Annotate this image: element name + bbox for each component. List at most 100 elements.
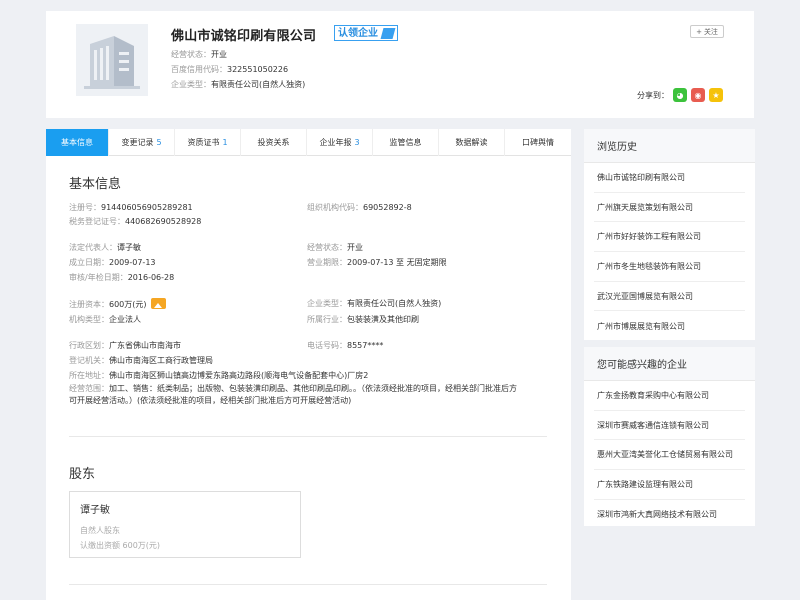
recommended-item[interactable]: 广东铁路建设监理有限公司 <box>594 470 745 500</box>
claim-badge[interactable]: 认领企业 <box>334 25 398 41</box>
field-label: 登记机关： <box>69 356 109 365</box>
credit-code: 322551050226 <box>227 65 289 74</box>
tab-reputation[interactable]: 口碑舆情 <box>505 129 571 156</box>
tab-bar: 基本信息 变更记录 5 资质证书 1 投资关系 企业年报 3 监管信息 数据解读 口碑… <box>46 129 571 156</box>
term-field: 营业期限：2009-07-13 至 无固定期限 <box>307 257 447 268</box>
field-label: 电话号码： <box>307 341 347 350</box>
claim-badge-label: 认领企业 <box>338 27 378 39</box>
wechat-icon[interactable]: ◕ <box>673 88 687 102</box>
field-value: 2016-06-28 <box>127 273 175 282</box>
tab-certificates[interactable]: 资质证书 1 <box>175 129 241 156</box>
tax-no-field: 税务登记证号：440682690528928 <box>69 216 201 227</box>
tab-label: 基本信息 <box>61 138 93 147</box>
divider <box>69 436 547 437</box>
field-label: 所在地址： <box>69 371 109 380</box>
qzone-icon[interactable]: ★ <box>709 88 723 102</box>
credit-label: 百度信用代码： <box>171 65 227 74</box>
weibo-icon[interactable]: ◉ <box>691 88 705 102</box>
field-value: 914406056905289281 <box>101 203 193 212</box>
status-value: 开业 <box>211 50 227 59</box>
region-field: 行政区划：广东省佛山市南海市 <box>69 340 181 351</box>
image-icon[interactable] <box>150 298 166 309</box>
share-bar: 分享到： ◕ ◉ ★ <box>637 88 723 102</box>
follow-button[interactable]: + 关注 <box>690 25 724 38</box>
field-value: 佛山市南海区工商行政管理局 <box>109 356 213 365</box>
recommended-item[interactable]: 深圳市鸿新大真网络技术有限公司 <box>594 500 745 530</box>
tab-change-records[interactable]: 变更记录 5 <box>109 129 175 156</box>
history-item[interactable]: 广州市冬生地毯装饰有限公司 <box>594 252 745 282</box>
field-value: 440682690528928 <box>125 217 202 226</box>
field-label: 组织机构代码： <box>307 203 363 212</box>
field-value: 有限责任公司(自然人独资) <box>347 299 442 308</box>
tab-label: 变更记录 <box>121 138 154 147</box>
capital-field: 注册资本：600万(元) <box>69 298 166 310</box>
type-label: 企业类型： <box>171 80 211 89</box>
shareholder-type: 自然人股东 <box>80 526 120 535</box>
history-item[interactable]: 武汉光亚国博展览有限公司 <box>594 282 745 312</box>
flag-icon <box>380 27 396 39</box>
established-field: 成立日期：2009-07-13 <box>69 257 156 268</box>
field-label: 税务登记证号： <box>69 217 125 226</box>
shareholders-title: 股东 <box>69 467 96 482</box>
plus-icon: + <box>696 27 702 36</box>
industry-field: 所属行业：包装装潢及其他印刷 <box>307 314 419 325</box>
field-value: 69052892-8 <box>363 203 412 212</box>
field-label: 法定代表人： <box>69 243 117 252</box>
type-value: 有限责任公司(自然人独资) <box>211 80 306 89</box>
field-label: 注册资本： <box>69 300 109 309</box>
tab-basic-info[interactable]: 基本信息 <box>46 129 109 156</box>
field-value: 佛山市南海区狮山镇高边博爱东路高边路段(顺海电气设备配套中心)厂房2 <box>109 371 369 380</box>
divider <box>69 584 547 585</box>
field-value: 包装装潢及其他印刷 <box>347 315 419 324</box>
recommended-item[interactable]: 深圳市赛威客通信连锁有限公司 <box>594 411 745 441</box>
field-label: 经营范围： <box>69 384 109 393</box>
field-label: 行政区划： <box>69 341 109 350</box>
legal-rep-field: 法定代表人：谭子敏 <box>69 242 141 253</box>
org-type-field: 机构类型：企业法人 <box>69 314 141 325</box>
recommended-item[interactable]: 广东金扬教育采购中心有限公司 <box>594 381 745 411</box>
ent-type-field: 企业类型：有限责任公司(自然人独资) <box>307 298 441 309</box>
shareholder-card[interactable]: 谭子敏 自然人股东 认缴出资额 600万(元) <box>69 491 301 558</box>
field-label: 营业期限： <box>307 258 347 267</box>
tab-annual-reports[interactable]: 企业年报 3 <box>307 129 373 156</box>
company-name: 佛山市诚铭印刷有限公司 <box>171 29 317 44</box>
recommended-title: 您可能感兴趣的企业 <box>584 347 755 381</box>
field-label: 企业类型： <box>307 299 347 308</box>
credit-row: 百度信用代码：322551050226 <box>171 64 288 75</box>
op-status-field: 经营状态：开业 <box>307 242 363 253</box>
building-logo-icon <box>76 24 148 96</box>
tab-investment[interactable]: 投资关系 <box>241 129 307 156</box>
browse-history-panel: 浏览历史 佛山市诚铭印刷有限公司 广州旗天展览策划有限公司 广州市好好装饰工程有… <box>584 129 755 340</box>
main-panel: 基本信息 变更记录 5 资质证书 1 投资关系 企业年报 3 监管信息 数据解读 口碑… <box>46 129 571 600</box>
history-item[interactable]: 广州市博展展览有限公司 <box>594 311 745 341</box>
scope-text: 可开展经营活动。）(依法须经批准的项目，经相关部门批准后方可开展经营活动) <box>69 396 352 405</box>
type-row: 企业类型：有限责任公司(自然人独资) <box>171 79 305 90</box>
recommended-item[interactable]: 惠州大亚湾美誉化工仓储贸易有限公司 <box>594 440 745 471</box>
shareholder-name[interactable]: 谭子敏 <box>80 501 110 516</box>
field-value: 广东省佛山市南海市 <box>109 341 181 350</box>
field-value: 600万(元) <box>109 300 147 309</box>
field-label: 注册号： <box>69 203 101 212</box>
tab-data-analysis[interactable]: 数据解读 <box>439 129 505 156</box>
tab-label: 数据解读 <box>455 138 488 147</box>
tab-regulatory[interactable]: 监管信息 <box>373 129 439 156</box>
history-item[interactable]: 广州旗天展览策划有限公司 <box>594 193 745 223</box>
history-title: 浏览历史 <box>584 129 755 163</box>
status-row: 经营状态：开业 <box>171 49 227 60</box>
field-value: 2009-07-13 至 无固定期限 <box>347 258 447 267</box>
scope-field: 经营范围：加工、销售：纸类制品；出版物、包装装潢印刷品、其他印刷品印刷。。（依法… <box>69 383 549 407</box>
tab-count: 5 <box>156 138 162 147</box>
field-value: 企业法人 <box>109 315 141 324</box>
basic-info-title: 基本信息 <box>69 177 122 192</box>
history-item[interactable]: 广州市好好装饰工程有限公司 <box>594 222 745 253</box>
address-field: 所在地址：佛山市南海区狮山镇高边博爱东路高边路段(顺海电气设备配套中心)厂房2 <box>69 370 368 381</box>
status-label: 经营状态： <box>171 50 211 59</box>
recommended-panel: 您可能感兴趣的企业 广东金扬教育采购中心有限公司 深圳市赛威客通信连锁有限公司 … <box>584 347 755 526</box>
shareholder-amount: 认缴出资额 600万(元) <box>80 541 161 550</box>
follow-label: 关注 <box>703 27 718 36</box>
field-label: 经营状态： <box>307 243 347 252</box>
field-value: 开业 <box>347 243 363 252</box>
scope-text: 加工、销售：纸类制品；出版物、包装装潢印刷品、其他印刷品印刷。。（依法须经批准的… <box>109 384 517 393</box>
reg-no-field: 注册号：914406056905289281 <box>69 202 193 213</box>
history-item[interactable]: 佛山市诚铭印刷有限公司 <box>594 163 745 193</box>
